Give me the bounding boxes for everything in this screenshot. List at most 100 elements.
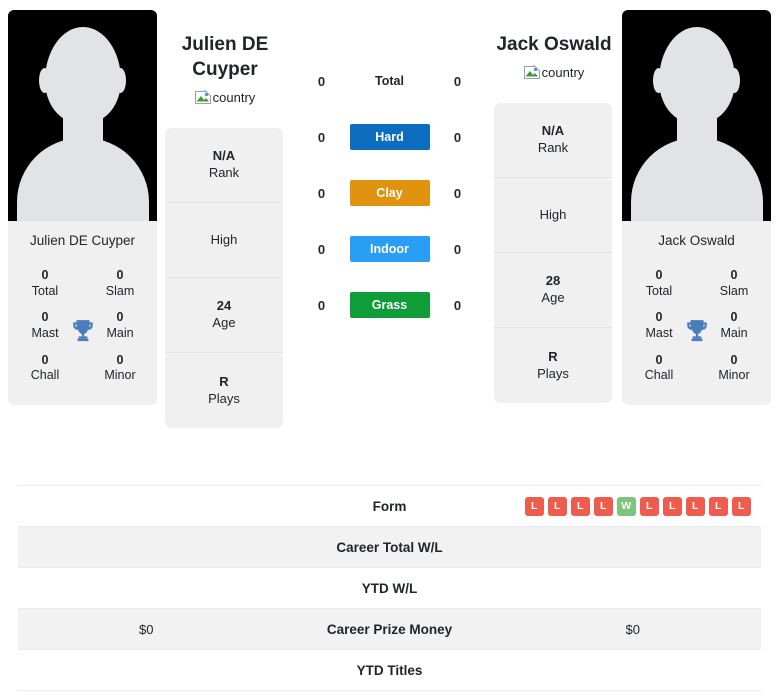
surface-badge-total: Total [375, 74, 404, 88]
left-titles-main: 0 Main [89, 310, 151, 341]
left-player-name: Julien DE Cuyper [165, 32, 285, 82]
form-badge-win: W [616, 496, 636, 516]
titles-row-1: 0 Total 0 Slam [622, 268, 771, 299]
avatar-silhouette-ear-left [653, 68, 664, 93]
avatar-silhouette-ear-right [115, 68, 126, 93]
form-badge-loss: L [662, 496, 682, 516]
titles-row-3: 0 Chall 0 Minor [8, 353, 157, 384]
left-player-info-column: Julien DE Cuyper country N/A Rank High 2… [165, 10, 285, 429]
surface-row-indoor: 0 Indoor 0 [285, 236, 494, 262]
surface-row-total: 0 Total 0 [285, 68, 494, 94]
right-titles-total-value: 0 [655, 268, 663, 283]
left-titles-slam: 0 Slam [89, 268, 151, 299]
right-titles-total: 0 Total [628, 268, 690, 299]
left-info-high: High [165, 203, 283, 279]
right-titles-minor-label: Minor [718, 368, 750, 383]
surface-row-hard: 0 Hard 0 [285, 124, 494, 150]
right-titles-slam-value: 0 [730, 268, 738, 283]
right-info-plays: R Plays [494, 328, 612, 403]
right-player-country-alt: country [541, 64, 585, 80]
left-player-name-line1: Julien DE [181, 34, 269, 55]
surface-badge-indoor: Indoor [349, 236, 430, 262]
left-player-avatar-column: Julien DE Cuyper 0 Total 0 Slam 0 Mast 0… [0, 10, 165, 405]
comparison-stats-table: Form L L L L W L L L L L Career Total W/… [18, 485, 761, 691]
left-player-photo [8, 10, 157, 221]
left-info-age: 24 Age [165, 278, 283, 354]
right-surface-grass-wins: 0 [453, 297, 462, 313]
table-row: YTD W/L [18, 568, 761, 609]
form-badge-loss: L [639, 496, 659, 516]
right-surface-clay-wins: 0 [453, 185, 462, 201]
left-info-rank: N/A Rank [165, 128, 283, 204]
row-label-career-prize-money: Career Prize Money [326, 621, 453, 637]
table-row: Career Total W/L [18, 527, 761, 568]
right-surface-total-wins: 0 [453, 73, 462, 89]
left-surface-hard-wins: 0 [317, 129, 326, 145]
right-player-photo [622, 10, 771, 221]
right-info-high: High [494, 178, 612, 254]
row-label-ytd-titles: YTD Titles [356, 662, 423, 678]
left-titles-slam-label: Slam [105, 283, 135, 298]
player-comparison-page: Julien DE Cuyper 0 Total 0 Slam 0 Mast 0… [0, 0, 779, 699]
table-row: YTD Titles [18, 650, 761, 691]
table-row: $0 Career Prize Money $0 [18, 609, 761, 650]
right-titles-minor: 0 Minor [703, 353, 765, 384]
left-player-info-card: N/A Rank High 24 Age R Plays [165, 128, 283, 429]
form-badge-loss: L [731, 496, 751, 516]
avatar-silhouette-head [658, 27, 735, 123]
left-info-rank-label: Rank [208, 165, 240, 181]
surface-badge-clay: Clay [349, 180, 430, 206]
form-badge-loss: L [547, 496, 567, 516]
avatar-silhouette-head [44, 27, 121, 123]
left-titles-chall-label: Chall [30, 368, 60, 383]
career-prize-money-left: $0 [139, 621, 154, 637]
surface-badge-grass: Grass [349, 292, 430, 318]
right-player-name: Jack Oswald [496, 34, 612, 55]
left-titles-mast-value: 0 [41, 310, 49, 325]
right-titles-main: 0 Main [703, 310, 765, 341]
surface-row-grass: 0 Grass 0 [285, 292, 494, 318]
form-badge-loss: L [708, 496, 728, 516]
left-player-photo-name: Julien DE Cuyper [29, 233, 136, 248]
left-info-age-label: Age [212, 315, 236, 331]
left-surface-clay-wins: 0 [317, 185, 326, 201]
right-titles-mast: 0 Mast [628, 310, 690, 341]
left-player-card: Julien DE Cuyper 0 Total 0 Slam 0 Mast 0… [8, 10, 157, 405]
form-badge-loss: L [570, 496, 590, 516]
row-label-ytd-wl: YTD W/L [361, 580, 418, 596]
avatar-silhouette-ear-right [729, 68, 740, 93]
left-titles-total-value: 0 [41, 268, 49, 283]
left-titles-mast: 0 Mast [14, 310, 76, 341]
left-titles-total: 0 Total [14, 268, 76, 299]
titles-row-1: 0 Total 0 Slam [8, 268, 157, 299]
left-info-plays: R Plays [165, 353, 283, 428]
form-badge-loss: L [593, 496, 613, 516]
left-titles-main-label: Main [106, 326, 134, 341]
avatar-silhouette-body [16, 138, 149, 221]
row-label-form: Form [372, 498, 407, 514]
left-player-titles: 0 Total 0 Slam 0 Mast 0 Main 0 Chall 0 M… [8, 262, 157, 405]
left-titles-total-label: Total [31, 283, 59, 298]
right-info-high-label: High [539, 206, 567, 222]
right-titles-mast-label: Mast [645, 326, 673, 341]
left-surface-total-wins: 0 [317, 73, 326, 89]
left-titles-minor-value: 0 [116, 352, 124, 367]
left-titles-minor-label: Minor [104, 368, 136, 383]
right-player-country: country [494, 63, 614, 81]
left-player-country: country [165, 88, 285, 106]
right-info-age-value: 28 [545, 273, 561, 289]
avatar-silhouette-ear-left [39, 68, 50, 93]
left-info-rank-value: N/A [212, 148, 236, 164]
right-player-avatar-column: Jack Oswald 0 Total 0 Slam 0 Mast 0 Main… [614, 10, 779, 405]
left-info-plays-label: Plays [208, 390, 240, 406]
right-info-age: 28 Age [494, 253, 612, 329]
right-info-age-label: Age [541, 290, 565, 306]
right-form-badges: L L L L W L L L L L [515, 496, 751, 516]
right-titles-slam: 0 Slam [703, 268, 765, 299]
left-player-name-line2: Cuyper [192, 59, 258, 81]
form-right-cell: L L L L W L L L L L [505, 496, 762, 516]
left-surface-grass-wins: 0 [317, 297, 326, 313]
right-player-info-card: N/A Rank High 28 Age R Plays [494, 103, 612, 404]
left-titles-chall: 0 Chall [14, 353, 76, 384]
left-titles-slam-value: 0 [116, 268, 124, 283]
